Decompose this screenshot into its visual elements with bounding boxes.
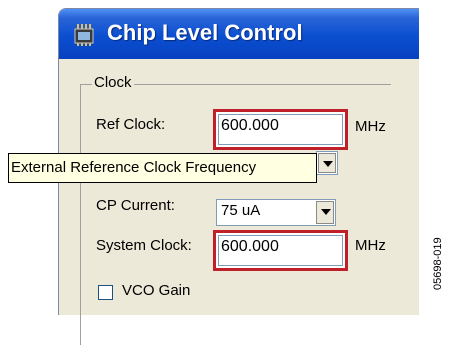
cp-current-dropdown-button[interactable] <box>316 201 334 224</box>
ref-clock-source-dropdown-button[interactable] <box>318 153 336 173</box>
ref-clock-highlight: 600.000 <box>213 109 348 150</box>
window-title: Chip Level Control <box>107 20 303 45</box>
vco-gain-checkbox[interactable] <box>98 285 113 300</box>
chevron-down-icon <box>323 161 333 167</box>
chevron-down-icon <box>321 209 331 215</box>
system-clock-highlight: 600.000 <box>213 230 348 271</box>
system-clock-unit: MHz <box>355 237 386 254</box>
clock-group-title: Clock <box>92 74 134 91</box>
ref-clock-input[interactable]: 600.000 <box>218 114 343 145</box>
ref-clock-label: Ref Clock: <box>96 116 166 133</box>
system-clock-label: System Clock: <box>96 237 192 254</box>
cp-current-value: 75 uA <box>221 202 261 219</box>
title-bar[interactable]: Chip Level Control <box>59 9 419 59</box>
vco-gain-label: VCO Gain <box>122 282 191 299</box>
cp-current-label: CP Current: <box>96 197 175 214</box>
cp-current-select[interactable]: 75 uA <box>216 199 336 226</box>
tooltip: External Reference Clock Frequency <box>8 153 317 183</box>
chip-app-icon <box>74 24 94 46</box>
ref-clock-unit: MHz <box>355 118 386 135</box>
system-clock-input[interactable]: 600.000 <box>218 235 343 266</box>
figure-id: 05698-019 <box>432 237 444 290</box>
ref-clock-source-combo[interactable] <box>316 151 338 175</box>
